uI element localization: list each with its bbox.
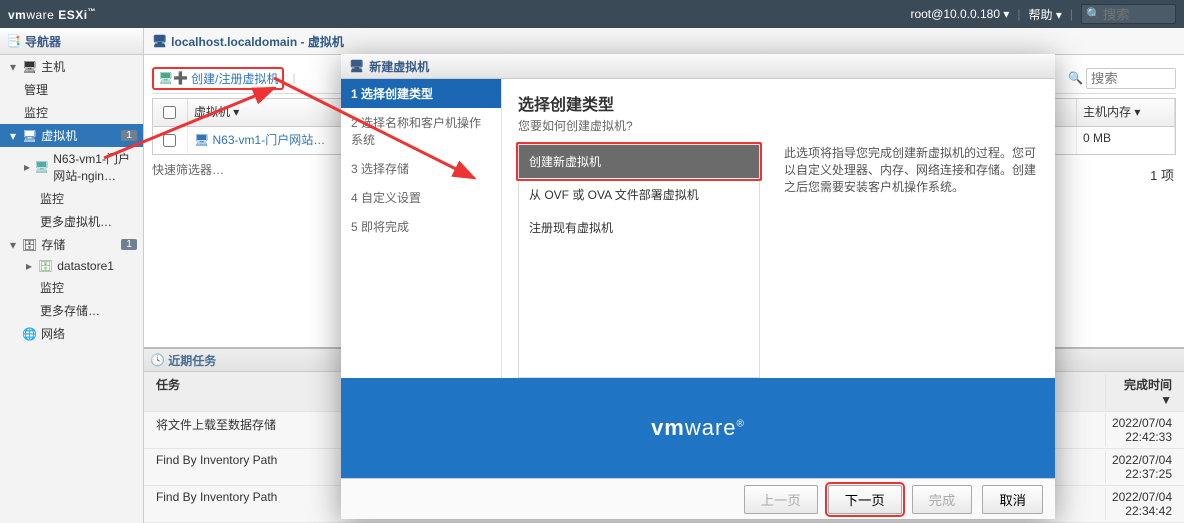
search-icon: 🔍 <box>1068 71 1083 85</box>
vmware-logo: vmware ESXi™ <box>8 7 96 22</box>
tasks-title: 近期任务 <box>168 352 216 369</box>
step-select-creation-type[interactable]: 1 选择创建类型 <box>341 79 501 108</box>
wizard-steps: 1 选择创建类型 2 选择名称和客户机操作系统 3 选择存储 4 自定义设置 5… <box>341 79 502 378</box>
vm-count-badge: 1 <box>121 130 137 141</box>
opt-create-new-vm[interactable]: 创建新虚拟机 <box>519 145 759 178</box>
opt-register-existing[interactable]: 注册现有虚拟机 <box>519 211 759 244</box>
col-completed[interactable]: 完成时间 ▼ <box>1106 374 1178 409</box>
nav-vm-more[interactable]: 更多虚拟机… <box>0 210 143 233</box>
col-host-mem[interactable]: 主机内存 ▾ <box>1077 99 1175 126</box>
nav-vm[interactable]: ▾🖥虚拟机1 <box>0 124 143 147</box>
wizard-title: 新建虚拟机 <box>369 58 429 75</box>
nav-vm1[interactable]: ▸🖥N63-vm1-门户网站-ngin… <box>0 147 143 187</box>
create-register-vm-button[interactable]: 🖥➕ 创建/注册虚拟机 <box>152 67 285 90</box>
navigator-icon: 📑 <box>6 34 21 48</box>
step-ready[interactable]: 5 即将完成 <box>341 212 501 241</box>
tasks-icon: 🕓 <box>150 353 165 367</box>
storage-count-badge: 1 <box>121 239 137 250</box>
global-search-input[interactable] <box>1101 6 1165 23</box>
nav-host[interactable]: ▾🖥主机 <box>0 55 143 78</box>
finish-button[interactable]: 完成 <box>912 485 973 514</box>
search-icon: 🔍 <box>1086 7 1101 21</box>
row-checkbox[interactable] <box>163 134 176 147</box>
nav-storage[interactable]: ▾🗄存储1 <box>0 233 143 256</box>
wizard-icon: 🖥 <box>349 59 364 73</box>
item-count: 1 项 <box>1150 165 1174 184</box>
vm-icon: 🖥 <box>22 129 37 143</box>
global-search[interactable]: 🔍 <box>1081 4 1176 24</box>
breadcrumb: 🖥 localhost.localdomain - 虚拟机 <box>144 28 1184 55</box>
nav-datastore1[interactable]: ▸🗄datastore1 <box>0 256 143 276</box>
storage-icon: 🗄 <box>22 238 37 252</box>
top-bar: vmware ESXi™ root@10.0.0.180 ▾ | 帮助 ▾ | … <box>0 0 1184 28</box>
opt-deploy-ovf[interactable]: 从 OVF 或 OVA 文件部署虚拟机 <box>519 178 759 211</box>
nav-ds1-monitor[interactable]: 监控 <box>0 276 143 299</box>
wizard-heading: 选择创建类型 <box>518 91 1039 115</box>
add-icon: 🖥➕ <box>158 71 188 85</box>
back-button[interactable]: 上一页 <box>744 485 818 514</box>
nav-storage-more[interactable]: 更多存储… <box>0 299 143 322</box>
vm-item-icon: 🖥 <box>194 133 209 147</box>
creation-type-options: 创建新虚拟机 从 OVF 或 OVA 文件部署虚拟机 注册现有虚拟机 <box>518 144 760 378</box>
select-all-checkbox[interactable] <box>163 106 176 119</box>
network-icon: 🌐 <box>22 327 37 341</box>
nav-network[interactable]: 🌐网络 <box>0 322 143 345</box>
wizard-footer: 上一页 下一页 完成 取消 <box>341 478 1055 519</box>
step-name-guest-os[interactable]: 2 选择名称和客户机操作系统 <box>341 108 501 154</box>
next-button[interactable]: 下一页 <box>828 485 902 514</box>
navigator-title: 导航器 <box>25 33 61 50</box>
nav-manage[interactable]: 管理 <box>0 78 143 101</box>
vm-group-icon: 🖥 <box>152 34 167 48</box>
datastore-icon: 🗄 <box>38 259 53 273</box>
wizard-brand-panel: vmvmwareware® <box>341 378 1055 478</box>
cell-host-mem: 0 MB <box>1077 127 1175 154</box>
navigator-panel: 📑 导航器 ▾🖥主机 管理 监控 ▾🖥虚拟机1 ▸🖥N63-vm1-门户网站-n… <box>0 28 144 523</box>
vm-search-input[interactable] <box>1086 68 1176 89</box>
option-description: 此选项将指导您完成创建新虚拟机的过程。您可以自定义处理器、内存、网络连接和存储。… <box>784 144 1039 378</box>
host-icon: 🖥 <box>22 60 37 74</box>
cancel-button[interactable]: 取消 <box>982 485 1043 514</box>
nav-vm1-monitor[interactable]: 监控 <box>0 187 143 210</box>
nav-monitor[interactable]: 监控 <box>0 101 143 124</box>
user-menu[interactable]: root@10.0.0.180 ▾ <box>910 7 1009 21</box>
wizard-subheading: 您要如何创建虚拟机? <box>518 117 1039 134</box>
new-vm-wizard: 🖥 新建虚拟机 1 选择创建类型 2 选择名称和客户机操作系统 3 选择存储 4… <box>341 54 1055 519</box>
step-customize[interactable]: 4 自定义设置 <box>341 183 501 212</box>
vm-item-icon: 🖥 <box>34 160 49 174</box>
help-menu[interactable]: 帮助 ▾ <box>1029 6 1062 23</box>
step-select-storage[interactable]: 3 选择存储 <box>341 154 501 183</box>
